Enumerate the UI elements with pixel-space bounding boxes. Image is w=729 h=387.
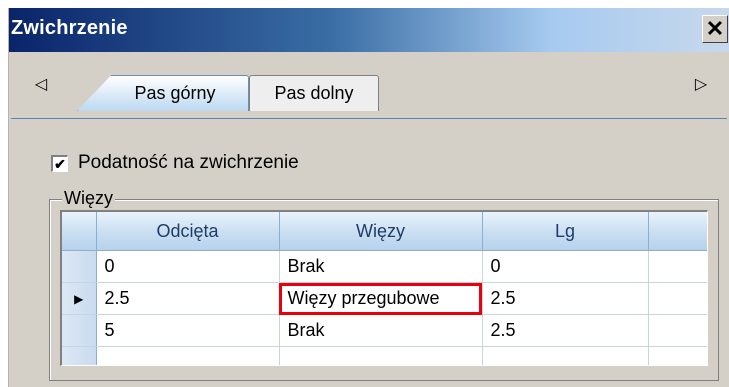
table-row[interactable]: 0 Brak 0 xyxy=(62,250,707,283)
buckling-checkbox-label[interactable]: Podatność na zwichrzenie xyxy=(78,152,299,174)
column-header-odcieta[interactable]: Odcięta xyxy=(96,212,280,251)
constraints-grid: Odcięta Więzy Lg 0 Brak 0 ▶ 2.5 Więzy pr… xyxy=(60,210,708,366)
cell-odcieta[interactable]: 0 xyxy=(96,250,280,283)
grid-filler-header xyxy=(648,212,707,251)
cell-filler xyxy=(648,346,707,365)
tab-label: Pas górny xyxy=(134,83,216,103)
tab-scroll-left-button[interactable]: ◁ xyxy=(31,70,51,98)
cell-wiezy[interactable]: Brak xyxy=(279,250,483,283)
cell-wiezy[interactable]: Brak xyxy=(279,314,483,347)
tab-pas-dolny[interactable]: Pas dolny xyxy=(249,75,379,111)
column-header-lg[interactable]: Lg xyxy=(482,212,649,251)
cell-empty[interactable] xyxy=(279,346,483,365)
title-bar[interactable]: Zwichrzenie ✕ xyxy=(9,8,729,52)
window-title: Zwichrzenie xyxy=(11,17,128,39)
tab-label: Pas dolny xyxy=(274,83,354,103)
cell-lg[interactable]: 2.5 xyxy=(482,282,649,315)
tab-scroll-right-button[interactable]: ▷ xyxy=(691,70,711,98)
row-header[interactable] xyxy=(62,346,97,365)
constraints-groupbox: Więzy Odcięta Więzy Lg 0 Brak 0 ▶ 2.5 Wi… xyxy=(49,188,719,381)
close-button[interactable]: ✕ xyxy=(702,15,728,43)
cell-lg[interactable]: 2.5 xyxy=(482,314,649,347)
row-header[interactable] xyxy=(62,250,97,283)
cell-filler xyxy=(648,282,707,315)
tab-panel: ✔ Podatność na zwichrzenie Więzy Odcięta… xyxy=(11,118,727,384)
table-row[interactable]: 5 Brak 2.5 xyxy=(62,314,707,347)
current-row-icon: ▶ xyxy=(74,291,84,306)
tab-pas-gorny[interactable]: Pas górny xyxy=(77,75,249,111)
new-row-placeholder[interactable] xyxy=(62,346,707,365)
column-header-wiezy[interactable]: Więzy xyxy=(279,212,483,251)
row-header[interactable] xyxy=(62,314,97,347)
row-header[interactable]: ▶ xyxy=(62,282,97,315)
grid-header-row: Odcięta Więzy Lg xyxy=(62,212,707,251)
constraints-group-label: Więzy xyxy=(62,188,115,209)
close-icon: ✕ xyxy=(705,16,725,41)
cell-empty[interactable] xyxy=(96,346,280,365)
triangle-right-icon: ▷ xyxy=(694,76,708,93)
cell-odcieta[interactable]: 5 xyxy=(96,314,280,347)
tab-strip: ◁ Pas górny Pas dolny ▷ xyxy=(9,52,729,118)
table-row[interactable]: ▶ 2.5 Więzy przegubowe 2.5 xyxy=(62,282,707,315)
cell-filler xyxy=(648,314,707,347)
grid-corner-header xyxy=(62,212,97,251)
cell-lg[interactable]: 0 xyxy=(482,250,649,283)
cell-odcieta[interactable]: 2.5 xyxy=(96,282,280,315)
buckling-checkbox[interactable]: ✔ xyxy=(51,154,68,172)
checkmark-icon: ✔ xyxy=(54,155,66,172)
cell-empty[interactable] xyxy=(482,346,649,365)
cell-filler xyxy=(648,250,707,283)
triangle-left-icon: ◁ xyxy=(34,76,48,93)
cell-wiezy[interactable]: Więzy przegubowe xyxy=(279,282,483,315)
buckling-option[interactable]: ✔ Podatność na zwichrzenie xyxy=(51,151,299,175)
dialog-window: Zwichrzenie ✕ ◁ Pas górny Pas dolny ▷ ✔ … xyxy=(8,8,729,387)
